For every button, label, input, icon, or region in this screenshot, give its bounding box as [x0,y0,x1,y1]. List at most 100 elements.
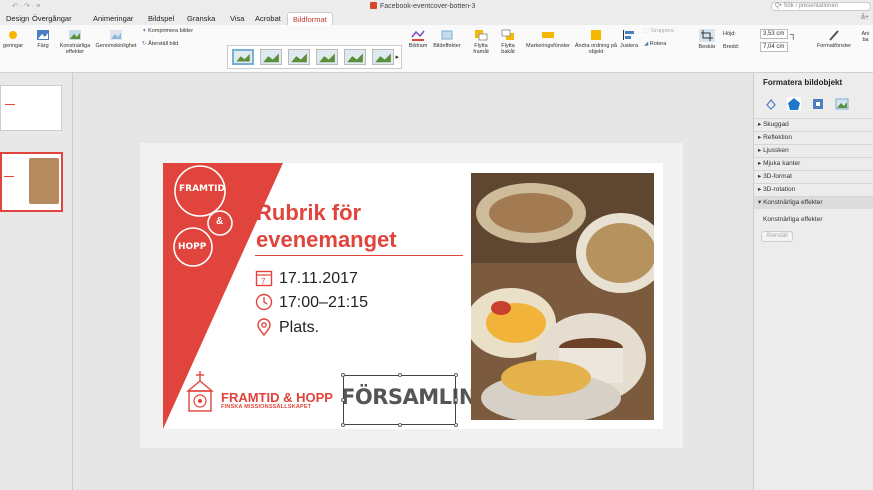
picture-tab[interactable] [835,97,849,111]
selection-pane-icon [542,32,554,38]
slide-thumbnails-panel [0,73,73,490]
section-soft-edges[interactable]: ▸ Mjuka kanter [754,157,873,170]
quick-access-toolbar[interactable]: ↶ · ↷ · ≡ [12,2,40,10]
resize-handle[interactable] [341,373,345,377]
transparency-button[interactable]: Genomskinlighet [93,29,139,49]
slide-thumbnail-1[interactable] [0,85,62,131]
group-button[interactable]: ⬚ Gruppera [644,28,688,34]
event-cover-card: FRAMTID & HOPP Rubrik för evenemanget 7 1… [163,163,663,429]
picture-style-6[interactable] [372,49,394,65]
fill-line-tab[interactable] [764,97,778,111]
picture-style-thumb-icon [319,53,335,63]
ribbon-tabs: Design Övergångar Animeringar Bildspel G… [0,12,873,26]
reset-picture-icon: ↻ [142,41,147,47]
breakfast-photo[interactable] [471,173,654,420]
send-backward-button[interactable]: Flytta bakåt [496,29,520,55]
height-input[interactable]: 3,53 cm [760,29,788,39]
slide-thumbnail-2[interactable] [0,152,63,212]
resize-handle[interactable] [341,398,345,402]
resize-handle[interactable] [454,373,458,377]
badge-amp: & [216,216,224,227]
reorder-objects-button[interactable]: Ändra ordning på objekt [574,29,618,55]
badge-framtid: FRAMTID [179,184,225,194]
tab-animeringar[interactable]: Animeringar [93,14,133,23]
section-glow[interactable]: ▸ Ljussken [754,144,873,157]
section-reflection[interactable]: ▸ Reflektion [754,131,873,144]
artistic-effects-button[interactable]: Konstnärliga effekter [56,29,94,55]
tab-bildformat[interactable]: Bildformat [287,12,333,26]
share-icon[interactable]: å+ [861,14,869,21]
resize-handle[interactable] [398,373,402,377]
size-properties-tab[interactable] [811,97,825,111]
resize-handle[interactable] [454,398,458,402]
crop-icon [699,29,715,42]
section-3d-rotation[interactable]: ▸ 3D-rotation [754,183,873,196]
reset-picture-button[interactable]: ↻ Återställ bild [142,41,204,47]
reset-effects-button[interactable]: Återställ [761,231,793,242]
effects-tab[interactable] [787,97,801,111]
document-title: Facebook-eventcover-botten-3 [370,2,475,10]
org-logo-name: FRAMTID & HOPP [221,390,333,405]
picture-border-button[interactable]: Bildram [405,29,431,49]
picture-style-1[interactable] [232,49,254,65]
event-time-row: 17:00–21:15 [255,293,368,312]
align-button[interactable]: Justera [617,29,641,49]
picture-style-4[interactable] [316,49,338,65]
lock-aspect-icon[interactable]: ┐ [790,30,796,39]
compress-label: Komprimera bilder [148,28,194,34]
section-artistic-effects[interactable]: ▾ Konstnärliga effekter [754,196,873,209]
bring-forward-button[interactable]: Flytta framåt [469,29,493,55]
crop-button[interactable]: Beskär [695,29,719,50]
event-place: Plats. [279,319,320,336]
image-selection-box[interactable] [341,373,458,427]
tab-visa[interactable]: Visa [230,14,244,23]
breakfast-photo-image [471,173,654,420]
rotate-button[interactable]: ◢ Rotera [644,41,688,47]
pentagon-icon [788,98,800,110]
event-date: 17.11.2017 [279,270,358,287]
event-time: 17:00–21:15 [279,294,368,311]
powerpoint-file-icon [370,2,377,9]
tab-overgangar[interactable]: Övergångar [32,14,72,23]
picture-style-5[interactable] [344,49,366,65]
artistic-effects-label: Konstnärliga effekter [763,216,823,223]
tab-granska[interactable]: Granska [187,14,215,23]
resize-handle[interactable] [398,423,402,427]
corrections-button[interactable]: geringar [0,29,26,49]
corrections-icon [9,31,17,39]
svg-text:7: 7 [261,277,266,286]
picture-border-icon [411,30,425,41]
alt-text-button[interactable]: Ani ba [858,31,873,43]
tab-bildspel[interactable]: Bildspel [148,14,174,23]
tab-design[interactable]: Design [6,14,29,23]
section-3d-format[interactable]: ▸ 3D-format [754,170,873,183]
church-logo-icon [186,371,214,412]
width-input[interactable]: 7,04 cm [760,42,788,52]
selection-pane-button[interactable]: Markeringsfönster [522,29,574,49]
color-label: Färg [37,43,49,49]
color-button[interactable]: Färg [33,29,53,49]
picture-style-3[interactable] [288,49,310,65]
transparency-label: Genomskinlighet [95,43,137,49]
picture-style-thumb-icon [263,53,279,63]
event-place-row: Plats. [255,318,319,337]
format-pane-button[interactable]: Formatfönster [814,29,854,49]
resize-handle[interactable] [454,423,458,427]
picture-effects-icon [441,30,453,40]
thumb-accent-line [4,176,14,177]
align-icon [623,30,634,40]
thumb-photo [29,158,59,204]
group-icon: ⬚ [644,28,650,34]
resize-handle[interactable] [341,423,345,427]
heading-line-1: Rubrik för [256,200,362,225]
picture-effects-label: Bildeffekter [433,43,461,49]
tab-acrobat[interactable]: Acrobat [255,14,281,23]
compress-pictures-button[interactable]: ✦ Komprimera bilder [142,28,204,34]
section-shadow[interactable]: ▸ Skuggad [754,118,873,131]
send-backward-icon [501,29,514,40]
picture-effects-button[interactable]: Bildeffekter [431,29,463,49]
gallery-more-icon[interactable]: ▸ [395,53,399,61]
picture-styles-gallery: ▸ [227,45,402,69]
search-input[interactable]: Q• Sök i presentationen [771,2,871,11]
picture-style-2[interactable] [260,49,282,65]
